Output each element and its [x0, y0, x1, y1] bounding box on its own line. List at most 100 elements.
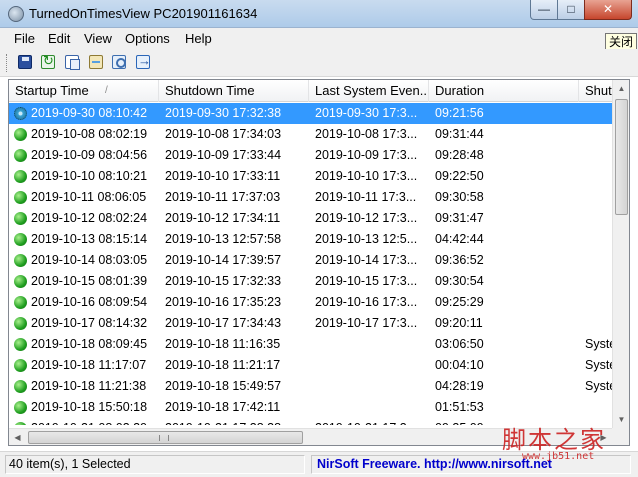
last-system-event-cell: 2019-09-30 17:3... — [315, 106, 418, 120]
scroll-up-icon[interactable]: ▲ — [613, 80, 629, 97]
green-status-icon — [14, 191, 27, 204]
column-label: Shutdown Time — [165, 83, 255, 98]
last-system-event-cell: 2019-10-21 17:3... — [315, 421, 431, 425]
menu-options[interactable]: Options — [125, 31, 170, 46]
table-row[interactable]: 2019-10-09 08:04:56 2019-10-09 17:33:44 20… — [9, 145, 612, 166]
green-status-icon — [14, 359, 27, 372]
table-row[interactable]: 2019-10-13 08:15:14 2019-10-13 12:57:58 20… — [9, 229, 612, 250]
shutdown-time-cell: 2019-10-18 17:42:11 — [165, 400, 281, 414]
green-status-icon — [14, 170, 27, 183]
column-label: Duration — [435, 83, 485, 98]
green-status-icon — [14, 380, 27, 393]
table-row[interactable]: 2019-10-18 15:50:18 2019-10-18 17:42:11 01… — [9, 397, 612, 418]
startup-time-cell: 2019-10-16 08:09:54 — [31, 295, 148, 309]
scroll-right-icon[interactable]: ▶ — [595, 429, 612, 445]
copy-button[interactable] — [63, 53, 81, 71]
shutdown-time-cell: 2019-10-14 17:39:57 — [165, 253, 282, 267]
green-status-icon — [14, 275, 27, 288]
shutdown-time-cell: 2019-10-08 17:34:03 — [165, 127, 282, 141]
exit-icon — [136, 53, 151, 69]
startup-time-cell: 2019-10-18 11:17:07 — [31, 358, 147, 372]
menu-help[interactable]: Help — [185, 31, 212, 46]
shutdown-time-cell: 2019-10-09 17:33:44 — [165, 148, 282, 162]
scroll-down-icon[interactable]: ▼ — [613, 411, 629, 428]
duration-cell: 03:06:50 — [435, 337, 484, 351]
horizontal-scrollbar[interactable]: ◀ ▶ — [9, 428, 612, 445]
column-label: Startup Time — [15, 83, 89, 98]
startup-time-cell: 2019-10-17 08:14:32 — [31, 316, 148, 330]
table-row[interactable]: 2019-09-30 08:10:42 2019-09-30 17:32:38 20… — [9, 103, 612, 124]
duration-cell: 01:51:53 — [435, 400, 484, 414]
column-duration[interactable]: Duration — [429, 80, 579, 102]
column-last-system-event[interactable]: Last System Even... — [309, 80, 429, 102]
find-button[interactable] — [110, 53, 128, 71]
gear-status-icon — [14, 107, 27, 120]
startup-time-cell: 2019-10-14 08:03:05 — [31, 253, 148, 267]
last-system-event-cell: 2019-10-15 17:3... — [315, 274, 418, 288]
startup-time-cell: 2019-10-10 08:10:21 — [31, 169, 148, 183]
menu-view[interactable]: View — [84, 31, 112, 46]
column-shutdown-type[interactable]: Shutd — [579, 80, 612, 102]
times-list[interactable]: Startup Time / Shutdown Time Last System… — [8, 79, 630, 446]
table-row[interactable]: 2019-10-21 08:03:29 2019-10-21 17:38:38 20… — [9, 418, 612, 425]
green-status-icon — [14, 296, 27, 309]
startup-time-cell: 2019-10-09 08:04:56 — [31, 148, 148, 162]
close-button[interactable]: ✕ — [584, 0, 632, 20]
duration-cell: 09:31:47 — [435, 211, 484, 225]
table-row[interactable]: 2019-10-10 08:10:21 2019-10-10 17:33:11 20… — [9, 166, 612, 187]
refresh-icon — [41, 53, 55, 69]
scroll-left-icon[interactable]: ◀ — [9, 429, 26, 445]
duration-cell: 09:36:52 — [435, 253, 484, 267]
nirsoft-link[interactable]: NirSoft Freeware. http://www.nirsoft.net — [311, 455, 631, 474]
shutdown-time-cell: 2019-10-17 17:34:43 — [165, 316, 282, 330]
find-icon — [112, 55, 126, 69]
duration-cell: 09:20:11 — [435, 316, 483, 330]
green-status-icon — [14, 233, 27, 246]
shutdown-time-cell: 2019-10-11 17:37:03 — [165, 190, 281, 204]
shutdown-time-cell: 2019-10-18 11:16:35 — [165, 337, 281, 351]
table-row[interactable]: 2019-10-18 11:21:38 2019-10-18 15:49:57 04… — [9, 376, 612, 397]
table-row[interactable]: 2019-10-08 08:02:19 2019-10-08 17:34:03 20… — [9, 124, 612, 145]
table-row[interactable]: 2019-10-17 08:14:32 2019-10-17 17:34:43 20… — [9, 313, 612, 334]
properties-icon — [89, 55, 103, 69]
column-shutdown-time[interactable]: Shutdown Time — [159, 80, 309, 102]
app-icon — [8, 6, 24, 22]
exit-button[interactable] — [134, 53, 152, 71]
save-icon — [18, 55, 32, 69]
table-row[interactable]: 2019-10-12 08:02:24 2019-10-12 17:34:11 20… — [9, 208, 612, 229]
vertical-scrollbar[interactable]: ▲ ▼ — [612, 80, 629, 428]
refresh-button[interactable] — [39, 53, 57, 71]
item-count-status: 40 item(s), 1 Selected — [5, 455, 305, 474]
minimize-button[interactable]: — — [530, 0, 558, 20]
green-status-icon — [14, 128, 27, 141]
save-button[interactable] — [16, 53, 34, 71]
vertical-scroll-thumb[interactable] — [615, 99, 628, 215]
column-startup-time[interactable]: Startup Time — [9, 80, 159, 102]
table-row[interactable]: 2019-10-11 08:06:05 2019-10-11 17:37:03 20… — [9, 187, 612, 208]
sort-indicator: / — [105, 85, 108, 96]
horizontal-scroll-thumb[interactable] — [28, 431, 303, 444]
maximize-button[interactable]: □ — [557, 0, 585, 20]
table-row[interactable]: 2019-10-14 08:03:05 2019-10-14 17:39:57 20… — [9, 250, 612, 271]
green-status-icon — [14, 317, 27, 330]
table-row[interactable]: 2019-10-15 08:01:39 2019-10-15 17:32:33 20… — [9, 271, 612, 292]
menu-file[interactable]: File — [14, 31, 35, 46]
shutdown-time-cell: 2019-10-15 17:32:33 — [165, 274, 282, 288]
startup-time-cell: 2019-10-08 08:02:19 — [31, 127, 148, 141]
table-row[interactable]: 2019-10-18 11:17:07 2019-10-18 11:21:17 00… — [9, 355, 612, 376]
window-title: TurnedOnTimesView PC201901161634 — [29, 6, 258, 21]
startup-time-cell: 2019-10-21 08:03:29 — [31, 421, 159, 425]
copy-icon — [65, 55, 80, 70]
table-row[interactable]: 2019-10-16 08:09:54 2019-10-16 17:35:23 20… — [9, 292, 612, 313]
list-rows: 2019-09-30 08:10:42 2019-09-30 17:32:38 20… — [9, 103, 612, 425]
list-header: Startup Time / Shutdown Time Last System… — [9, 80, 612, 102]
startup-time-cell: 2019-10-18 15:50:18 — [31, 400, 148, 414]
title-bar[interactable]: TurnedOnTimesView PC201901161634 — □ ✕ — [0, 0, 638, 28]
startup-time-cell: 2019-10-13 08:15:14 — [31, 232, 148, 246]
scroll-corner — [612, 428, 629, 445]
properties-button[interactable] — [87, 53, 105, 71]
menu-edit[interactable]: Edit — [48, 31, 70, 46]
table-row[interactable]: 2019-10-18 08:09:45 2019-10-18 11:16:35 03… — [9, 334, 612, 355]
column-label: Shutd — [585, 83, 612, 98]
last-system-event-cell: 2019-10-09 17:3... — [315, 148, 418, 162]
